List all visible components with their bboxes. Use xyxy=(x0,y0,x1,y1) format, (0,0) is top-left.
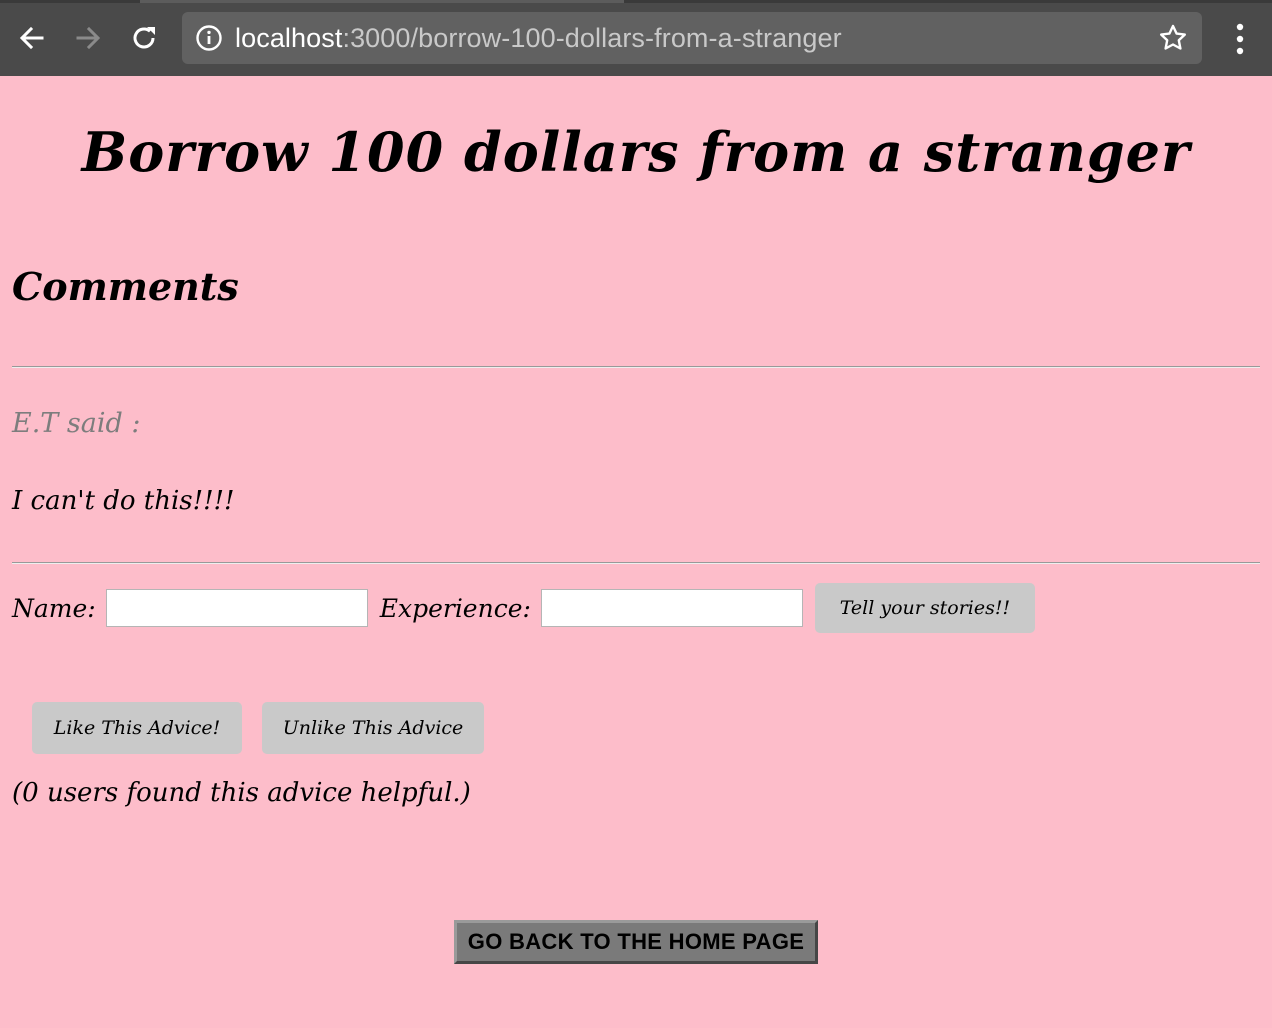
name-label: Name: xyxy=(12,593,96,623)
like-advice-button[interactable]: Like This Advice! xyxy=(32,702,242,754)
arrow-left-icon xyxy=(19,26,44,50)
divider xyxy=(12,562,1260,564)
tab-edge-left xyxy=(0,0,140,3)
tab-edge-right xyxy=(624,0,1272,3)
page-title: Borrow 100 dollars from a stranger xyxy=(81,120,1191,184)
url-host: localhost xyxy=(235,22,343,53)
address-bar[interactable]: localhost:3000/borrow-100-dollars-from-a… xyxy=(182,12,1202,64)
home-page-button[interactable]: GO BACK TO THE HOME PAGE xyxy=(454,920,818,964)
reload-icon xyxy=(133,27,155,49)
tab-strip xyxy=(0,0,1272,3)
helpful-count-text: (0 users found this advice helpful.) xyxy=(12,778,471,808)
comment-text: I can't do this!!!! xyxy=(12,486,235,516)
experience-label: Experience: xyxy=(379,593,531,623)
experience-input[interactable] xyxy=(540,589,803,627)
bookmark-star-icon[interactable] xyxy=(1158,23,1188,53)
info-icon[interactable] xyxy=(195,24,223,52)
tell-your-stories-button[interactable]: Tell your stories!! xyxy=(814,583,1035,633)
divider xyxy=(12,366,1260,368)
comment-form: Name: Experience: Tell your stories!! xyxy=(12,583,1035,633)
url-text[interactable]: localhost:3000/borrow-100-dollars-from-a… xyxy=(235,23,842,54)
comment-author: E.T said : xyxy=(12,408,141,439)
more-menu-icon[interactable] xyxy=(1226,20,1254,58)
reload-button[interactable] xyxy=(124,18,164,58)
unlike-advice-button[interactable]: Unlike This Advice xyxy=(262,702,484,754)
forward-button[interactable] xyxy=(68,18,108,58)
url-path: :3000/borrow-100-dollars-from-a-stranger xyxy=(342,22,842,53)
comments-heading: Comments xyxy=(12,264,239,309)
name-input[interactable] xyxy=(105,589,368,627)
back-button[interactable] xyxy=(12,18,52,58)
arrow-right-icon xyxy=(76,26,101,50)
browser-toolbar: localhost:3000/borrow-100-dollars-from-a… xyxy=(0,0,1272,76)
